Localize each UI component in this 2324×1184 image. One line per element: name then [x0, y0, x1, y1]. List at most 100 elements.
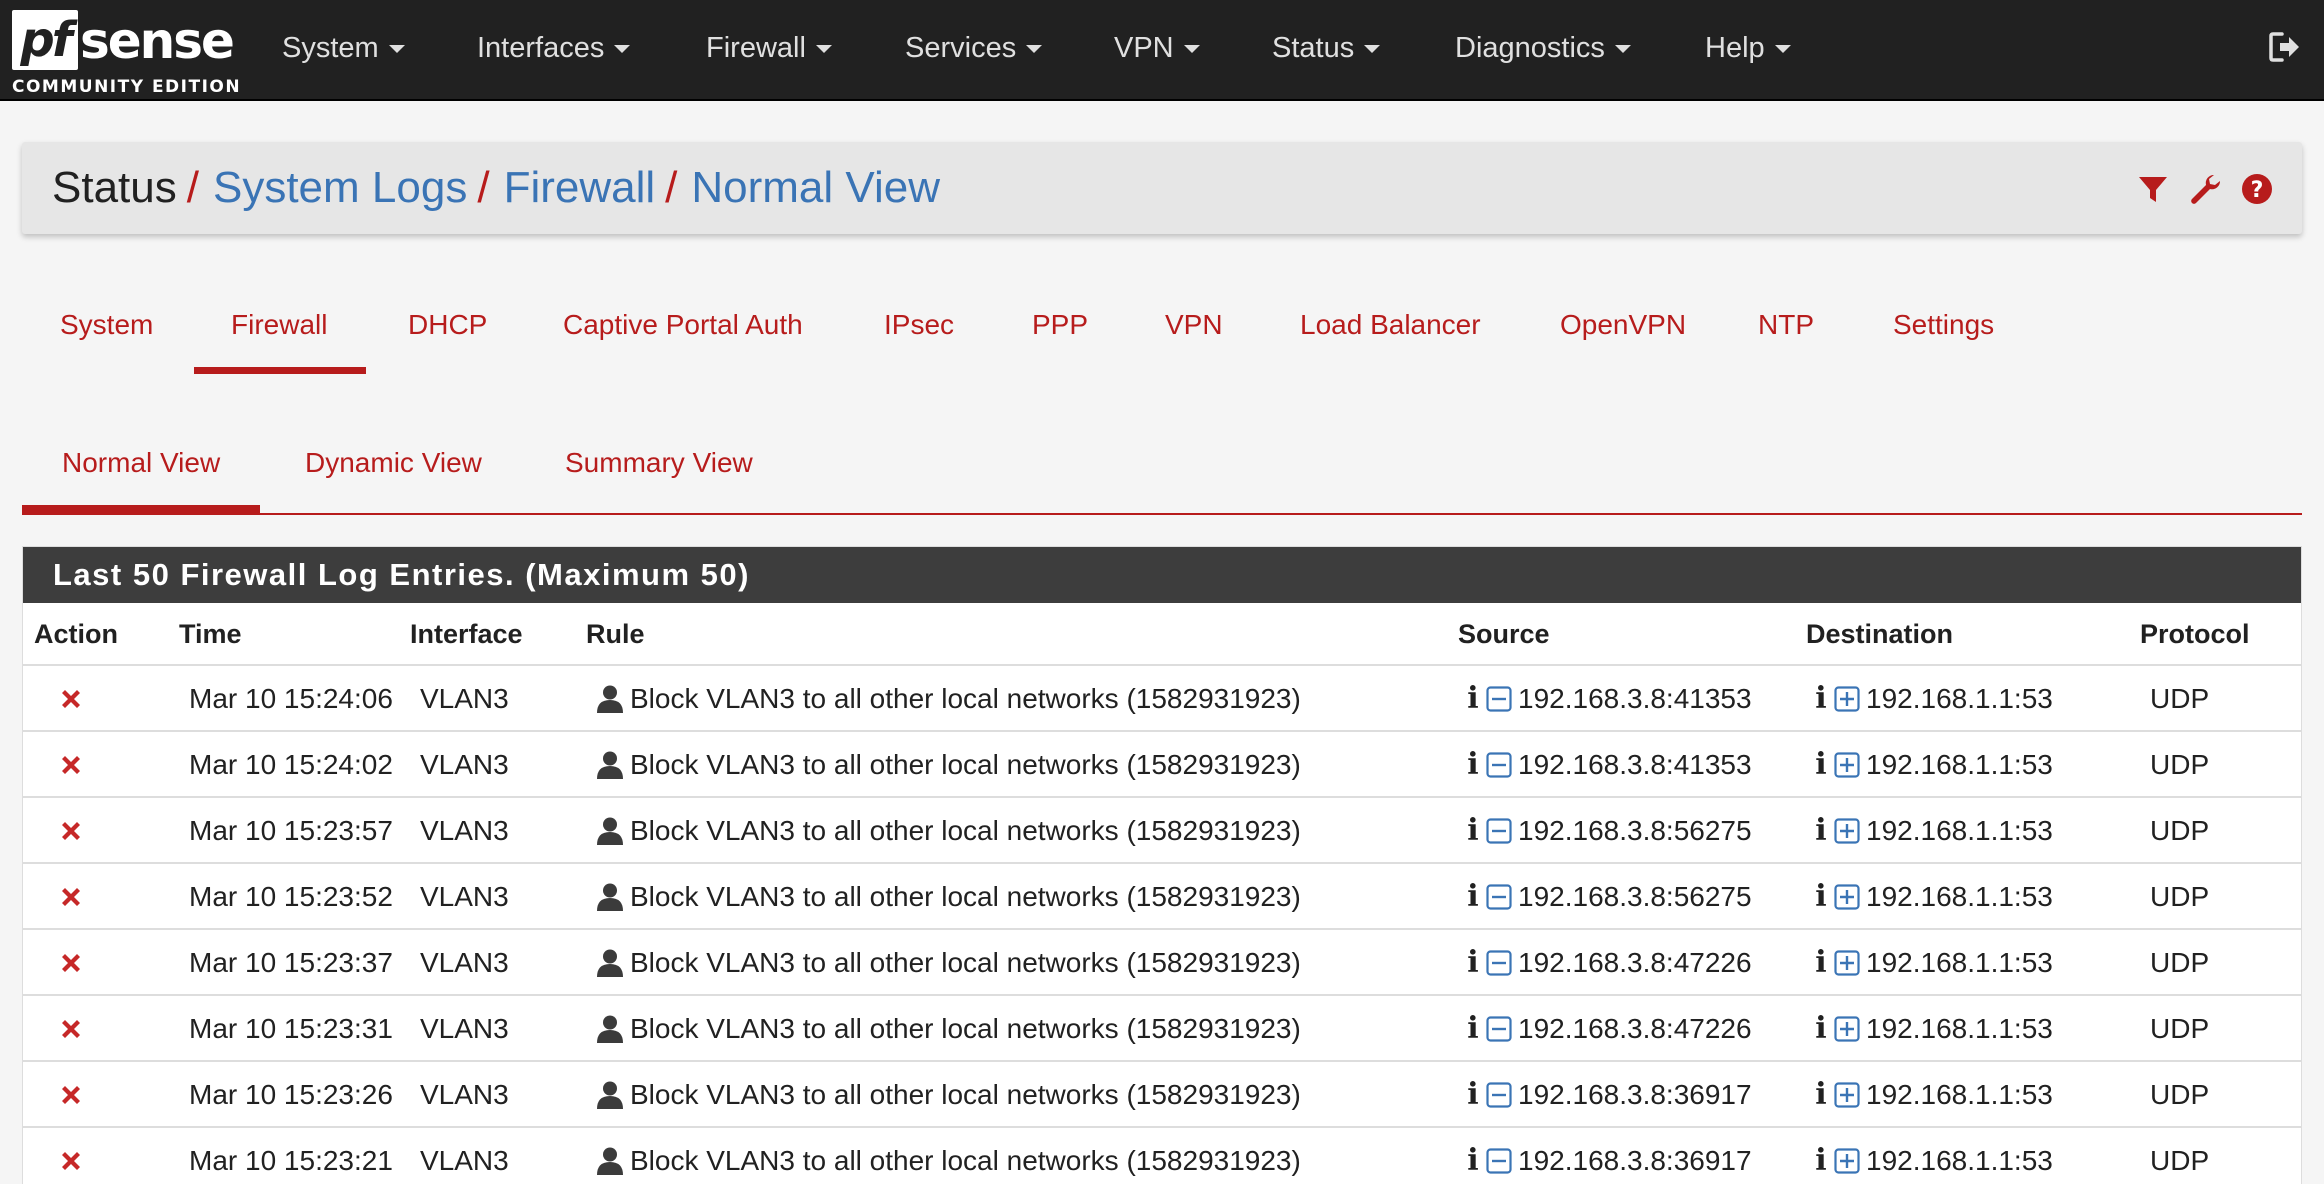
- info-icon[interactable]: i: [1814, 816, 1828, 846]
- tab-system[interactable]: System: [60, 290, 153, 374]
- source-address[interactable]: 192.168.3.8:36917: [1518, 1128, 1752, 1184]
- user-icon[interactable]: [596, 750, 624, 780]
- nav-system-menu[interactable]: System: [282, 30, 405, 66]
- tab-captive-portal-auth[interactable]: Captive Portal Auth: [563, 290, 803, 374]
- block-action-icon[interactable]: [58, 884, 84, 910]
- nav-firewall-menu[interactable]: Firewall: [706, 30, 832, 66]
- plus-square-icon[interactable]: [1834, 686, 1860, 712]
- tab-vpn[interactable]: VPN: [1165, 290, 1223, 374]
- source-address[interactable]: 192.168.3.8:41353: [1518, 732, 1752, 798]
- source-address[interactable]: 192.168.3.8:56275: [1518, 798, 1752, 864]
- source-address[interactable]: 192.168.3.8:47226: [1518, 996, 1752, 1062]
- block-action-icon[interactable]: [58, 950, 84, 976]
- pfsense-logo[interactable]: pf sense COMMUNITY EDITION: [12, 8, 240, 97]
- source-address[interactable]: 192.168.3.8:41353: [1518, 666, 1752, 732]
- minus-square-icon[interactable]: [1486, 752, 1512, 778]
- info-icon[interactable]: i: [1814, 882, 1828, 912]
- minus-square-icon[interactable]: [1486, 1016, 1512, 1042]
- destination-address[interactable]: 192.168.1.1:53: [1866, 732, 2053, 798]
- user-icon[interactable]: [596, 882, 624, 912]
- tab-load-balancer[interactable]: Load Balancer: [1300, 290, 1481, 374]
- info-icon[interactable]: i: [1466, 750, 1480, 780]
- user-icon[interactable]: [596, 1080, 624, 1110]
- breadcrumb-system-logs-link[interactable]: System Logs: [213, 163, 467, 212]
- nav-interfaces-menu[interactable]: Interfaces: [477, 30, 631, 66]
- block-action-icon[interactable]: [58, 818, 84, 844]
- source-address[interactable]: 192.168.3.8:56275: [1518, 864, 1752, 930]
- plus-square-icon[interactable]: [1834, 1016, 1860, 1042]
- info-icon[interactable]: i: [1466, 816, 1480, 846]
- plus-square-icon[interactable]: [1834, 818, 1860, 844]
- info-icon[interactable]: i: [1466, 1080, 1480, 1110]
- tab-normal-view[interactable]: Normal View: [22, 430, 261, 513]
- plus-square-icon[interactable]: [1834, 950, 1860, 976]
- plus-square-icon[interactable]: [1834, 752, 1860, 778]
- question-circle-icon[interactable]: ?: [2240, 172, 2274, 206]
- block-action-icon[interactable]: [58, 1082, 84, 1108]
- nav-vpn-menu[interactable]: VPN: [1114, 30, 1200, 66]
- user-icon[interactable]: [596, 1146, 624, 1176]
- info-icon[interactable]: i: [1814, 1146, 1828, 1176]
- nav-status-menu[interactable]: Status: [1272, 30, 1381, 66]
- user-icon[interactable]: [596, 1014, 624, 1044]
- nav-services-menu[interactable]: Services: [905, 30, 1043, 66]
- info-icon[interactable]: i: [1466, 1146, 1480, 1176]
- plus-square-icon[interactable]: [1834, 1082, 1860, 1108]
- caret-down-icon: [815, 45, 832, 54]
- user-icon[interactable]: [596, 948, 624, 978]
- source-cell: i 192.168.3.8:36917: [1466, 1128, 1752, 1184]
- breadcrumb-firewall-link[interactable]: Firewall: [504, 163, 656, 212]
- destination-address[interactable]: 192.168.1.1:53: [1866, 996, 2053, 1062]
- info-icon[interactable]: i: [1814, 750, 1828, 780]
- tab-dynamic-view[interactable]: Dynamic View: [305, 430, 482, 513]
- tab-dhcp[interactable]: DHCP: [408, 290, 487, 374]
- nav-diagnostics-menu[interactable]: Diagnostics: [1455, 30, 1631, 66]
- block-action-icon[interactable]: [58, 1016, 84, 1042]
- tab-ipsec[interactable]: IPsec: [884, 290, 954, 374]
- breadcrumb-normal-view-link[interactable]: Normal View: [691, 163, 940, 212]
- plus-square-icon[interactable]: [1834, 884, 1860, 910]
- rule-text: Block VLAN3 to all other local networks …: [630, 881, 1301, 912]
- filter-icon[interactable]: [2136, 172, 2170, 206]
- info-icon[interactable]: i: [1466, 1014, 1480, 1044]
- destination-address[interactable]: 192.168.1.1:53: [1866, 1062, 2053, 1128]
- tab-summary-view[interactable]: Summary View: [565, 430, 753, 513]
- block-action-icon[interactable]: [58, 752, 84, 778]
- info-icon[interactable]: i: [1466, 948, 1480, 978]
- destination-address[interactable]: 192.168.1.1:53: [1866, 864, 2053, 930]
- wrench-icon[interactable]: [2188, 172, 2222, 206]
- destination-address[interactable]: 192.168.1.1:53: [1866, 666, 2053, 732]
- nav-help-menu[interactable]: Help: [1705, 30, 1791, 66]
- info-icon[interactable]: i: [1814, 1080, 1828, 1110]
- block-action-icon[interactable]: [58, 686, 84, 712]
- info-icon[interactable]: i: [1814, 684, 1828, 714]
- destination-address[interactable]: 192.168.1.1:53: [1866, 798, 2053, 864]
- info-icon[interactable]: i: [1814, 948, 1828, 978]
- column-header-action: Action: [34, 619, 118, 649]
- plus-square-icon[interactable]: [1834, 1148, 1860, 1174]
- info-icon[interactable]: i: [1466, 882, 1480, 912]
- tab-ntp[interactable]: NTP: [1758, 290, 1814, 374]
- block-action-icon[interactable]: [58, 1148, 84, 1174]
- minus-square-icon[interactable]: [1486, 1082, 1512, 1108]
- tab-openvpn[interactable]: OpenVPN: [1560, 290, 1686, 374]
- user-icon[interactable]: [596, 684, 624, 714]
- user-icon[interactable]: [596, 816, 624, 846]
- tab-settings[interactable]: Settings: [1893, 290, 1994, 374]
- tab-firewall[interactable]: Firewall: [194, 290, 367, 374]
- info-icon[interactable]: i: [1814, 1014, 1828, 1044]
- source-address[interactable]: 192.168.3.8:47226: [1518, 930, 1752, 996]
- info-icon[interactable]: i: [1466, 684, 1480, 714]
- tab-ppp[interactable]: PPP: [1032, 290, 1088, 374]
- minus-square-icon[interactable]: [1486, 884, 1512, 910]
- sign-out-icon[interactable]: [2268, 30, 2302, 64]
- minus-square-icon[interactable]: [1486, 950, 1512, 976]
- destination-address[interactable]: 192.168.1.1:53: [1866, 930, 2053, 996]
- minus-square-icon[interactable]: [1486, 818, 1512, 844]
- action-cell: [58, 864, 84, 930]
- destination-cell: i 192.168.1.1:53: [1814, 666, 2053, 732]
- destination-address[interactable]: 192.168.1.1:53: [1866, 1128, 2053, 1184]
- minus-square-icon[interactable]: [1486, 1148, 1512, 1174]
- minus-square-icon[interactable]: [1486, 686, 1512, 712]
- source-address[interactable]: 192.168.3.8:36917: [1518, 1062, 1752, 1128]
